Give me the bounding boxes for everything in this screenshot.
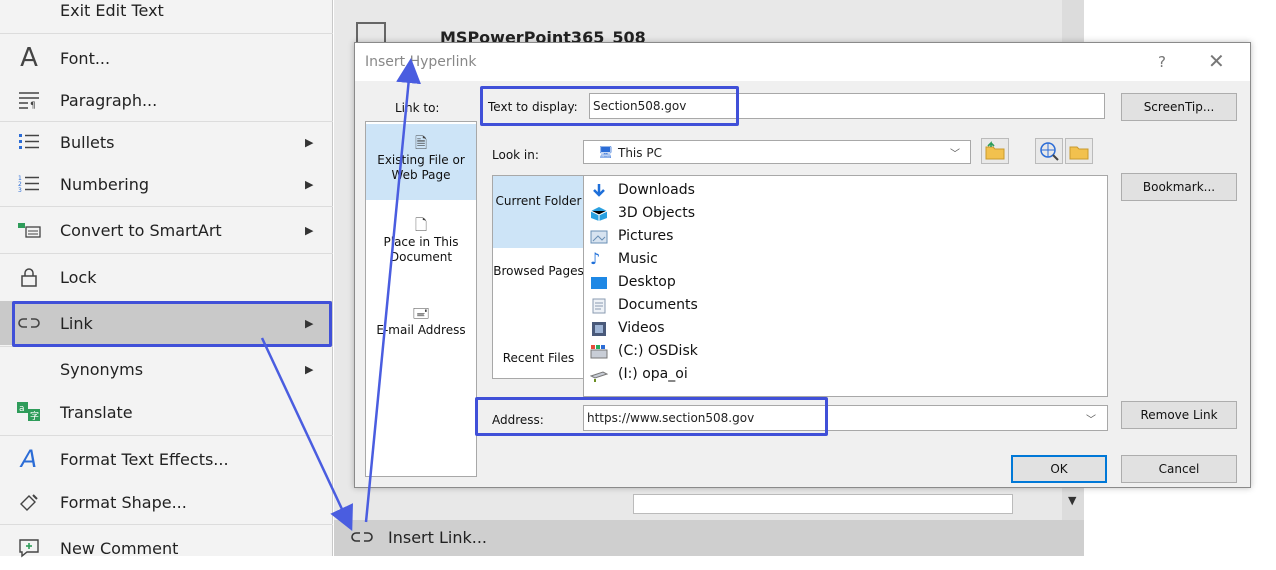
annotation-arrows (260, 58, 421, 532)
arrow-link-to-insert-link (260, 337, 353, 532)
arrow-insert-link-to-dialog (364, 58, 421, 523)
